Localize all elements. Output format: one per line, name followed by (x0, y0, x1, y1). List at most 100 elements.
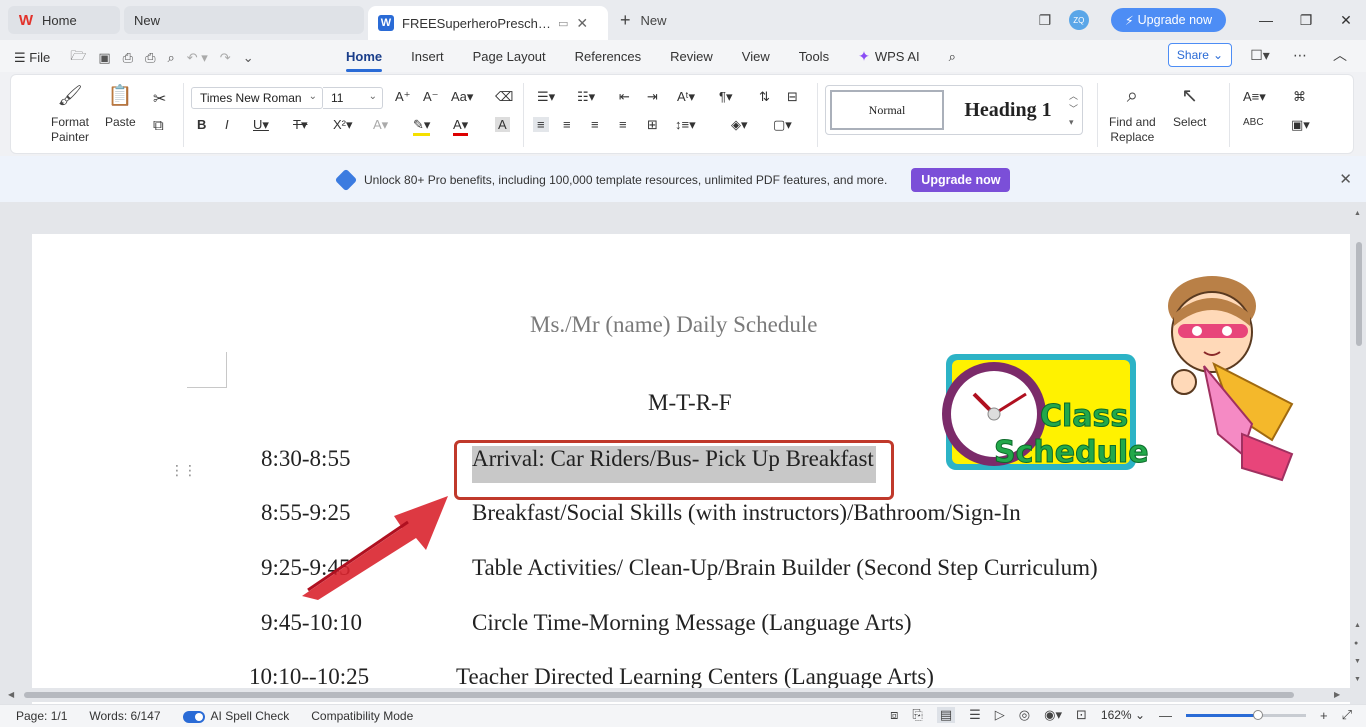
clear-format-icon[interactable]: ⌫ (495, 89, 513, 105)
share-button[interactable]: Share ⌄ (1167, 43, 1232, 67)
bullet-list-icon[interactable]: ☰▾ (537, 89, 555, 105)
quick-access-more-icon[interactable]: ⌄ (243, 50, 254, 66)
zoom-slider-knob[interactable] (1253, 709, 1263, 720)
underline-icon[interactable]: U▾ (253, 117, 269, 133)
align-left-icon[interactable]: ≡ (533, 117, 549, 132)
horizontal-scrollbar[interactable]: ◀ ▶ (0, 688, 1352, 702)
page-count[interactable]: Page: 1/1 (16, 709, 67, 723)
tab-home[interactable]: W Home (8, 6, 120, 34)
bold-icon[interactable]: B (197, 117, 206, 132)
paste-button[interactable]: 📋 Paste (105, 86, 136, 130)
char-shading-icon[interactable]: A (495, 117, 510, 132)
print-icon[interactable]: ⎙ (145, 50, 155, 66)
shading-icon[interactable]: ◈▾ (731, 117, 748, 133)
numbered-list-icon[interactable]: ☷▾ (577, 89, 595, 105)
avatar-button[interactable]: ZQ (1067, 8, 1091, 32)
tab-tools[interactable]: Tools (799, 49, 829, 64)
tab-home-ribbon[interactable]: Home (346, 49, 383, 72)
shrink-font-icon[interactable]: A⁻ (423, 89, 439, 105)
find-replace-button[interactable]: ⌕ Find and Replace (1109, 86, 1156, 145)
tab-page-layout[interactable]: Page Layout (473, 49, 546, 64)
search-icon[interactable]: ⌕ (949, 49, 956, 65)
word-count[interactable]: Words: 6/147 (89, 709, 160, 723)
translate-icon[interactable]: ⌘ (1293, 89, 1306, 105)
web-layout-icon[interactable]: ◎ (1019, 707, 1030, 723)
save-icon[interactable]: ▣ (98, 50, 110, 66)
promo-upgrade-button[interactable]: Upgrade now (911, 168, 1011, 192)
close-window-button[interactable]: ✕ (1326, 12, 1366, 29)
print-layout-icon[interactable]: ▤ (936, 707, 956, 723)
scroll-down-icon[interactable]: ▼ (1354, 676, 1361, 683)
copy-icon[interactable]: ⧉ (153, 117, 164, 134)
document-area[interactable]: ⋮⋮ Ms./Mr (name) Daily Schedule M-T-R-F … (0, 202, 1366, 704)
scroll-right-icon[interactable]: ▶ (1334, 690, 1340, 699)
strikethrough-icon[interactable]: T▾ (293, 117, 307, 133)
text-effect-icon[interactable]: A▾ (373, 117, 388, 133)
window-layout-icon[interactable]: ❐ (1033, 8, 1057, 32)
minimize-button[interactable]: — (1246, 12, 1286, 28)
align-right-icon[interactable]: ≡ (591, 117, 599, 132)
text-tools-icon[interactable]: A≡▾ (1243, 89, 1266, 105)
scroll-dot-icon[interactable]: ● (1354, 640, 1358, 647)
more-options-icon[interactable]: ⋯ (1288, 43, 1312, 67)
cut-icon[interactable]: ✂ (153, 89, 166, 109)
eye-protection-icon[interactable]: ◉▾ (1044, 707, 1062, 723)
zoom-in-icon[interactable]: + (1320, 708, 1328, 723)
sort-icon[interactable]: ⇅ (759, 89, 770, 105)
tab-view[interactable]: View (742, 49, 770, 64)
borders-icon[interactable]: ▢▾ (773, 117, 792, 133)
comment-icon[interactable]: ☐▾ (1248, 43, 1272, 67)
align-center-icon[interactable]: ≡ (563, 117, 571, 132)
scroll-up-icon[interactable]: ▲ (1354, 210, 1361, 217)
vertical-scrollbar[interactable]: ▲ ▲ ● ▼ ▼ (1352, 202, 1366, 704)
fullscreen-icon[interactable]: ⤢ (1342, 707, 1352, 723)
fit-page-icon[interactable]: ⊡ (1076, 707, 1087, 723)
collapse-ribbon-icon[interactable]: ︿ (1328, 43, 1352, 67)
scroll-down-page-icon[interactable]: ▼ (1354, 658, 1361, 665)
distribute-icon[interactable]: ⊞ (647, 117, 658, 133)
upgrade-now-top-button[interactable]: ⚡ Upgrade now (1110, 8, 1226, 32)
tab-review[interactable]: Review (670, 49, 713, 64)
scroll-up-page-icon[interactable]: ▲ (1354, 622, 1361, 629)
ai-spell-check-toggle[interactable]: AI Spell Check (182, 709, 289, 723)
line-spacing-icon[interactable]: ↕≡▾ (675, 117, 696, 133)
zoom-out-icon[interactable]: — (1159, 708, 1172, 723)
outline-view-icon[interactable]: ☰ (969, 707, 981, 723)
format-painter-button[interactable]: 🖌 Format Painter (51, 86, 89, 145)
new-tab-button[interactable]: + New (620, 10, 667, 31)
tab-references[interactable]: References (575, 49, 641, 64)
vertical-scroll-thumb[interactable] (1356, 242, 1362, 346)
open-folder-icon[interactable]: 🗁 (70, 47, 86, 69)
grow-font-icon[interactable]: A⁺ (395, 89, 411, 105)
decrease-indent-icon[interactable]: ⇤ (619, 89, 630, 105)
select-button[interactable]: ↖ Select (1173, 86, 1206, 130)
style-heading-1[interactable]: Heading 1 (954, 90, 1062, 130)
styles-scroll-icon[interactable]: ︿ ﹀ ▾ (1069, 90, 1078, 129)
play-icon[interactable]: ▷ (995, 707, 1005, 723)
print-preview-icon[interactable]: ⌕ (167, 50, 174, 66)
superscript-icon[interactable]: X²▾ (333, 117, 353, 133)
italic-icon[interactable]: I (225, 117, 229, 132)
spell-check-icon[interactable]: ABC (1243, 117, 1264, 128)
tab-wps-ai[interactable]: ✦ WPS AI (858, 48, 920, 65)
scroll-left-icon[interactable]: ◀ (8, 690, 14, 699)
text-direction-icon[interactable]: Aᵗ▾ (677, 89, 695, 105)
change-case-icon[interactable]: Aa▾ (451, 89, 473, 105)
table-borders-icon[interactable]: ⊟ (787, 89, 798, 105)
redo-icon[interactable]: ↷ (220, 50, 231, 66)
font-name-select[interactable]: Times New Roman ⌄ (191, 87, 323, 109)
drag-handle-icon[interactable]: ⋮⋮ (170, 462, 197, 479)
tab-document[interactable]: W FREESuperheroPreschoolSchedule ▭ ✕ (368, 6, 608, 40)
increase-indent-icon[interactable]: ⇥ (647, 89, 658, 105)
focus-mode-icon[interactable]: ⧈ (890, 707, 898, 723)
tab-insert[interactable]: Insert (411, 49, 444, 64)
paragraph-mark-icon[interactable]: ¶▾ (719, 89, 733, 105)
justify-icon[interactable]: ≡ (619, 117, 627, 132)
more-tools-icon[interactable]: ▣▾ (1291, 117, 1310, 133)
zoom-slider[interactable] (1186, 709, 1306, 720)
font-color-icon[interactable]: A▾ (453, 117, 469, 136)
read-mode-icon[interactable]: ⎘ (912, 707, 922, 723)
zoom-level[interactable]: 162% ⌄ (1101, 708, 1145, 722)
highlight-icon[interactable]: ✎▾ (413, 117, 431, 136)
font-size-select[interactable]: 11 ⌄ (323, 87, 383, 109)
